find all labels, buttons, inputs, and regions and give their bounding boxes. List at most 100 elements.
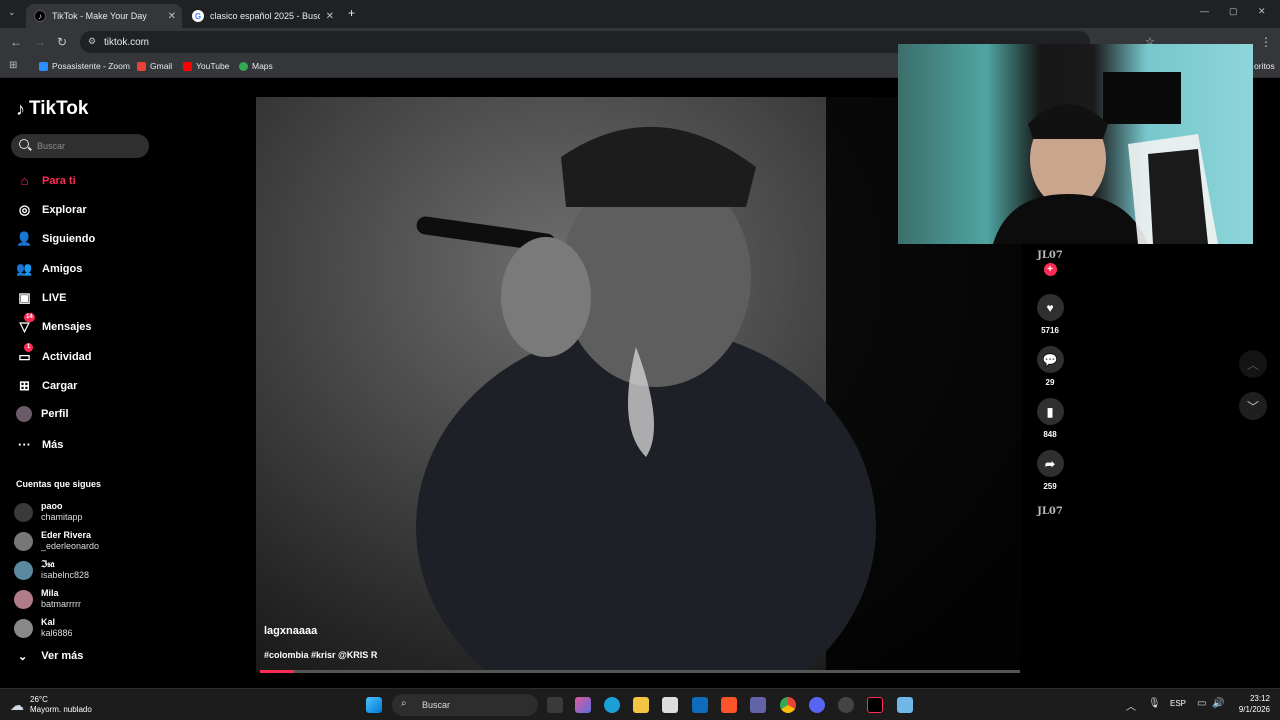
- weather-widget[interactable]: ☁ 26°C Mayorm. nublado: [10, 695, 110, 715]
- back-icon[interactable]: ←: [10, 35, 22, 49]
- nav-amigos[interactable]: 👥 Amigos: [16, 260, 82, 277]
- brave-icon[interactable]: [721, 697, 737, 713]
- site-info-icon[interactable]: ⚙: [88, 36, 96, 47]
- see-more-button[interactable]: ⌄ Ver más: [18, 650, 83, 663]
- previous-video-button[interactable]: ︿: [1239, 350, 1267, 378]
- file-explorer-icon[interactable]: [633, 697, 649, 713]
- forward-icon[interactable]: →: [34, 35, 46, 49]
- clock[interactable]: 23:12 9/1/2026: [1228, 693, 1270, 715]
- heart-icon: ♥: [1036, 294, 1064, 321]
- notepad-icon[interactable]: [897, 697, 913, 713]
- save-button[interactable]: ▮ 848: [1035, 398, 1065, 439]
- tab-search-chevron-icon[interactable]: ⌄: [8, 7, 16, 18]
- tab-tiktok[interactable]: ♪ TikTok - Make Your Day ✕: [26, 4, 182, 28]
- search-input[interactable]: Buscar: [11, 134, 149, 158]
- new-tab-icon[interactable]: +: [348, 6, 355, 20]
- next-video-button[interactable]: ﹀: [1239, 392, 1267, 420]
- volume-icon[interactable]: 🔊: [1212, 698, 1224, 709]
- nav-label: Para ti: [42, 174, 76, 187]
- comment-icon: 💬: [1036, 346, 1064, 373]
- nav-mas[interactable]: ··· Más: [16, 436, 63, 453]
- tab-title: TikTok - Make Your Day: [52, 11, 147, 21]
- close-tab-icon[interactable]: ✕: [326, 11, 334, 22]
- nav-label: Actividad: [42, 350, 92, 363]
- sound-disc[interactable]: JL07: [1035, 506, 1065, 517]
- nav-mensajes[interactable]: ▽ 14 Mensajes: [16, 313, 92, 335]
- url-text: tiktok.com: [104, 36, 150, 48]
- taskbar-search[interactable]: ⌕ Buscar: [392, 694, 538, 716]
- discord-icon[interactable]: [809, 697, 825, 713]
- tab-google-search[interactable]: G clasico español 2025 - Buscar c ✕: [184, 4, 340, 28]
- follow-plus-icon[interactable]: +: [1043, 263, 1057, 276]
- network-icon[interactable]: ▭: [1197, 698, 1206, 709]
- like-button[interactable]: ♥ 5716: [1035, 294, 1065, 335]
- avatar: [14, 560, 33, 580]
- maximize-icon[interactable]: ▢: [1229, 6, 1238, 17]
- browser-tab-strip: ⌄ ♪ TikTok - Make Your Day ✕ G clasico e…: [0, 0, 1280, 28]
- nav-cargar[interactable]: ⊞ Cargar: [16, 377, 77, 394]
- nav-label: LIVE: [42, 291, 67, 304]
- share-count: 259: [1043, 482, 1057, 491]
- creator-avatar-label: JL07: [1037, 250, 1063, 261]
- tiktok-favicon-icon: ♪: [34, 10, 46, 22]
- obs-icon[interactable]: [838, 697, 854, 713]
- task-view-icon[interactable]: [547, 697, 563, 713]
- microphone-icon[interactable]: 🎙: [1148, 698, 1161, 709]
- live-icon: ▣: [18, 289, 31, 305]
- nav-label: Explorar: [42, 203, 87, 216]
- nav-perfil[interactable]: Perfil: [16, 406, 69, 422]
- outlook-icon[interactable]: [692, 697, 708, 713]
- account-handle: kal6886: [41, 628, 73, 638]
- apps-grid-icon[interactable]: ⊞: [9, 60, 17, 71]
- account-item[interactable]: ℑ𝔰𝔞 isabelnc828: [14, 559, 89, 581]
- account-name: Eder Rivera: [41, 530, 92, 540]
- store-icon[interactable]: [662, 697, 678, 713]
- show-hidden-icons-icon[interactable]: ︿: [1126, 698, 1136, 713]
- menu-icon[interactable]: ⋮: [1260, 35, 1272, 49]
- chrome-icon[interactable]: [780, 697, 796, 713]
- account-item[interactable]: Mila batmarrrrr: [14, 588, 81, 610]
- avatar: [14, 502, 33, 522]
- video-author[interactable]: lagxnaaaa: [264, 625, 317, 637]
- progress-fill: [260, 670, 295, 673]
- share-button[interactable]: ➦ 259: [1035, 450, 1065, 491]
- see-more-label: Ver más: [41, 650, 84, 662]
- nav-para-ti[interactable]: ⌂ Para ti: [16, 172, 76, 189]
- account-item[interactable]: Eder Rivera _ederleonardo: [14, 530, 99, 552]
- reload-icon[interactable]: ↻: [57, 35, 67, 49]
- close-window-icon[interactable]: ✕: [1258, 6, 1266, 17]
- account-handle: chamitapp: [41, 512, 83, 522]
- teams-icon[interactable]: [750, 697, 766, 713]
- account-item[interactable]: paoo chamitapp: [14, 501, 83, 523]
- nav-live[interactable]: ▣ LIVE: [16, 289, 66, 306]
- bookmark-zoom[interactable]: Posasistente - Zoom: [39, 61, 130, 71]
- comment-button[interactable]: 💬 29: [1035, 346, 1065, 387]
- copilot-icon[interactable]: [575, 697, 591, 713]
- nav-actividad[interactable]: ▭ 1 Actividad: [16, 343, 92, 365]
- language-indicator[interactable]: ESP: [1170, 699, 1186, 708]
- edge-icon[interactable]: [604, 697, 620, 713]
- bookmark-youtube[interactable]: YouTube: [183, 61, 229, 71]
- weather-desc: Mayorm. nublado: [30, 705, 92, 714]
- video-progress-bar[interactable]: [260, 670, 1020, 673]
- logo-text: TikTok: [29, 98, 89, 119]
- nav-siguiendo[interactable]: 👤 Siguiendo: [16, 230, 95, 247]
- creator-avatar[interactable]: JL07 +: [1035, 250, 1065, 276]
- following-icon: 👤: [16, 230, 33, 246]
- tiktok-logo[interactable]: ♪ TikTok: [16, 98, 88, 120]
- minimize-icon[interactable]: —: [1200, 6, 1209, 16]
- avatar: [16, 406, 32, 422]
- nav-explorar[interactable]: ◎ Explorar: [16, 201, 87, 218]
- account-item[interactable]: Kal kal6886: [14, 617, 73, 639]
- windows-taskbar: ☁ 26°C Mayorm. nublado ⌕ Buscar ︿ 🎙 ESP …: [0, 688, 1280, 720]
- video-caption[interactable]: #colombia #krisr @KRIS R: [264, 650, 377, 660]
- more-icon: ···: [18, 437, 31, 452]
- bookmarks-overflow[interactable]: oritos: [1254, 61, 1275, 71]
- bookmark-icon: ▮: [1036, 398, 1064, 425]
- tiktok-note-icon: ♪: [16, 98, 25, 119]
- bookmark-gmail[interactable]: Gmail: [137, 61, 172, 71]
- close-tab-icon[interactable]: ✕: [168, 11, 176, 22]
- tiktok-app-icon[interactable]: [867, 697, 883, 713]
- windows-start-icon[interactable]: [366, 697, 382, 713]
- bookmark-maps[interactable]: Maps: [239, 61, 273, 71]
